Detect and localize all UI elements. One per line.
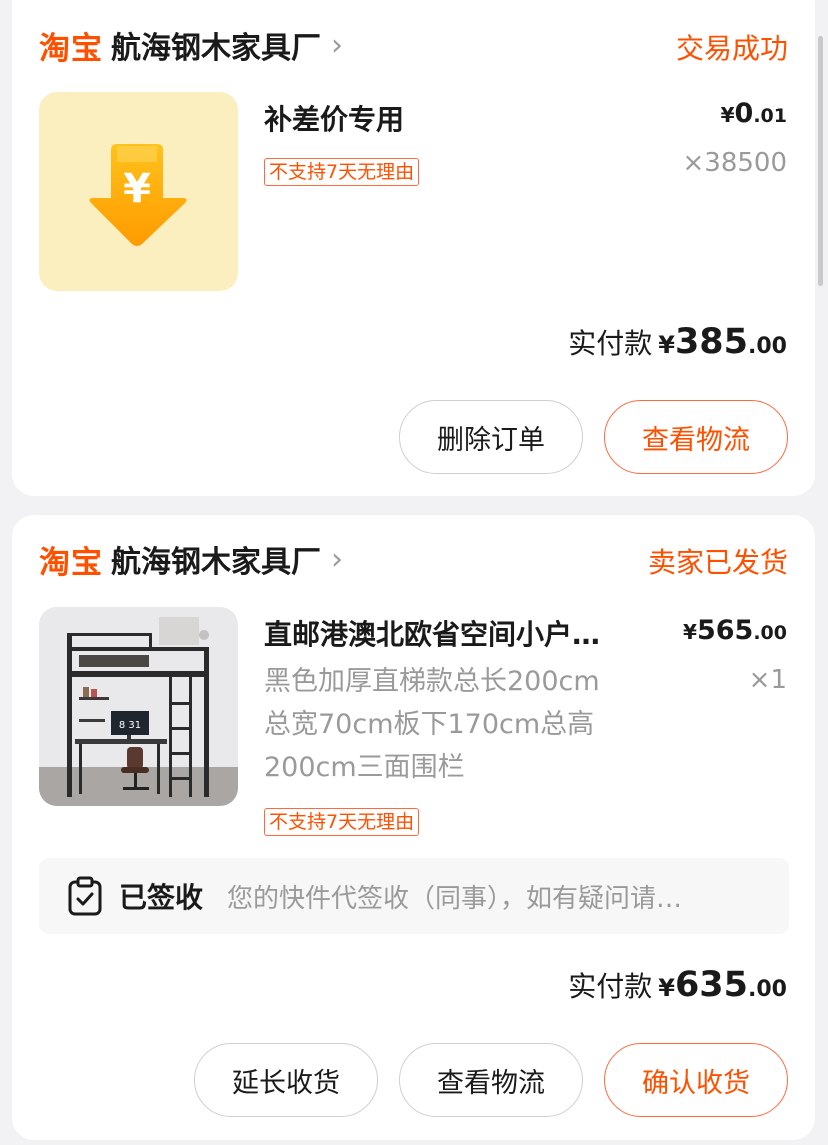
svg-text:8 31: 8 31 xyxy=(119,720,141,731)
product-spec: 黑色加厚直梯款总长200cm 总宽70cm板下170cm总高 200cm三面围栏 xyxy=(264,660,664,789)
quantity: ×38500 xyxy=(682,148,788,178)
paid-amount: 实付款 ¥635.00 xyxy=(568,965,787,1005)
scrollbar[interactable] xyxy=(818,36,823,286)
spec-line: 总宽70cm板下170cm总高 xyxy=(264,709,595,740)
no-7day-return-tag: 不支持7天无理由 xyxy=(264,808,420,836)
taobao-logo: 淘宝 xyxy=(39,30,103,67)
loft-bed-photo: 8 31 xyxy=(39,607,238,806)
quantity: ×1 xyxy=(748,665,787,695)
confirm-receipt-button[interactable]: 确认收货 xyxy=(604,1043,788,1117)
spec-line: 黑色加厚直梯款总长200cm xyxy=(264,666,600,697)
chevron-right-icon[interactable]: › xyxy=(331,542,343,577)
view-logistics-button[interactable]: 查看物流 xyxy=(399,1043,583,1117)
taobao-logo: 淘宝 xyxy=(39,544,103,581)
view-logistics-button[interactable]: 查看物流 xyxy=(604,400,788,474)
delete-order-button[interactable]: 删除订单 xyxy=(399,400,583,474)
product-title[interactable]: 直邮港澳北欧省空间小户… xyxy=(264,613,600,653)
unit-price: ¥0.01 xyxy=(720,98,787,129)
svg-text:¥: ¥ xyxy=(123,166,151,212)
no-7day-return-tag: 不支持7天无理由 xyxy=(264,158,420,186)
delivery-status-label: 已签收 xyxy=(119,881,204,914)
shop-name[interactable]: 航海钢木家具厂 xyxy=(111,537,321,581)
order-status: 交易成功 xyxy=(675,32,788,65)
product-image[interactable]: 8 31 xyxy=(39,607,238,806)
unit-price: ¥565.00 xyxy=(683,615,787,646)
order-status: 卖家已发货 xyxy=(647,546,788,579)
order-card-2[interactable]: 淘宝 航海钢木家具厂 › 卖家已发货 8 31 直邮港澳北欧省空间小户… ¥56… xyxy=(12,515,815,1140)
shop-name[interactable]: 航海钢木家具厂 xyxy=(111,23,321,67)
extend-receipt-button[interactable]: 延长收货 xyxy=(194,1043,378,1117)
order-card-1[interactable]: 淘宝 航海钢木家具厂 › 交易成功 ¥ 补差价专用 ¥0.01 ×38500 不… xyxy=(12,0,815,496)
delivery-status-text: 您的快件代签收（同事），如有疑问请… xyxy=(227,883,683,914)
shop-header[interactable]: 淘宝 航海钢木家具厂 › xyxy=(39,534,343,584)
spec-line: 200cm三面围栏 xyxy=(264,752,465,783)
chevron-right-icon[interactable]: › xyxy=(331,28,343,63)
product-image[interactable]: ¥ xyxy=(39,92,238,291)
logistics-status-bar[interactable]: 已签收 您的快件代签收（同事），如有疑问请… xyxy=(39,858,789,934)
paid-amount: 实付款 ¥385.00 xyxy=(568,322,787,362)
shop-header[interactable]: 淘宝 航海钢木家具厂 › xyxy=(39,20,343,70)
product-title[interactable]: 补差价专用 xyxy=(264,98,404,138)
yen-down-arrow-icon: ¥ xyxy=(89,144,187,246)
clipboard-check-icon xyxy=(68,876,102,916)
